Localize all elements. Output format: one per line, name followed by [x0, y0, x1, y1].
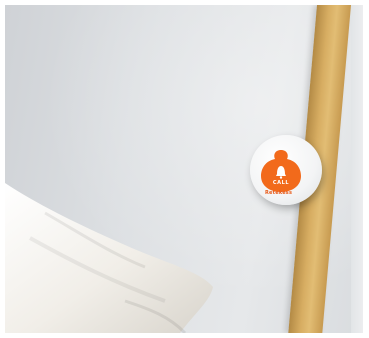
wall-edge — [351, 5, 363, 333]
brand-label: Retekess — [265, 190, 293, 196]
call-label: CALL — [273, 180, 290, 186]
pillow — [5, 183, 213, 333]
call-button-face: CALL — [261, 150, 301, 192]
nurse-call-button: CALL Retekess — [250, 135, 322, 205]
image-frame: CALL Retekess — [0, 0, 369, 338]
photo: CALL Retekess — [5, 5, 363, 333]
